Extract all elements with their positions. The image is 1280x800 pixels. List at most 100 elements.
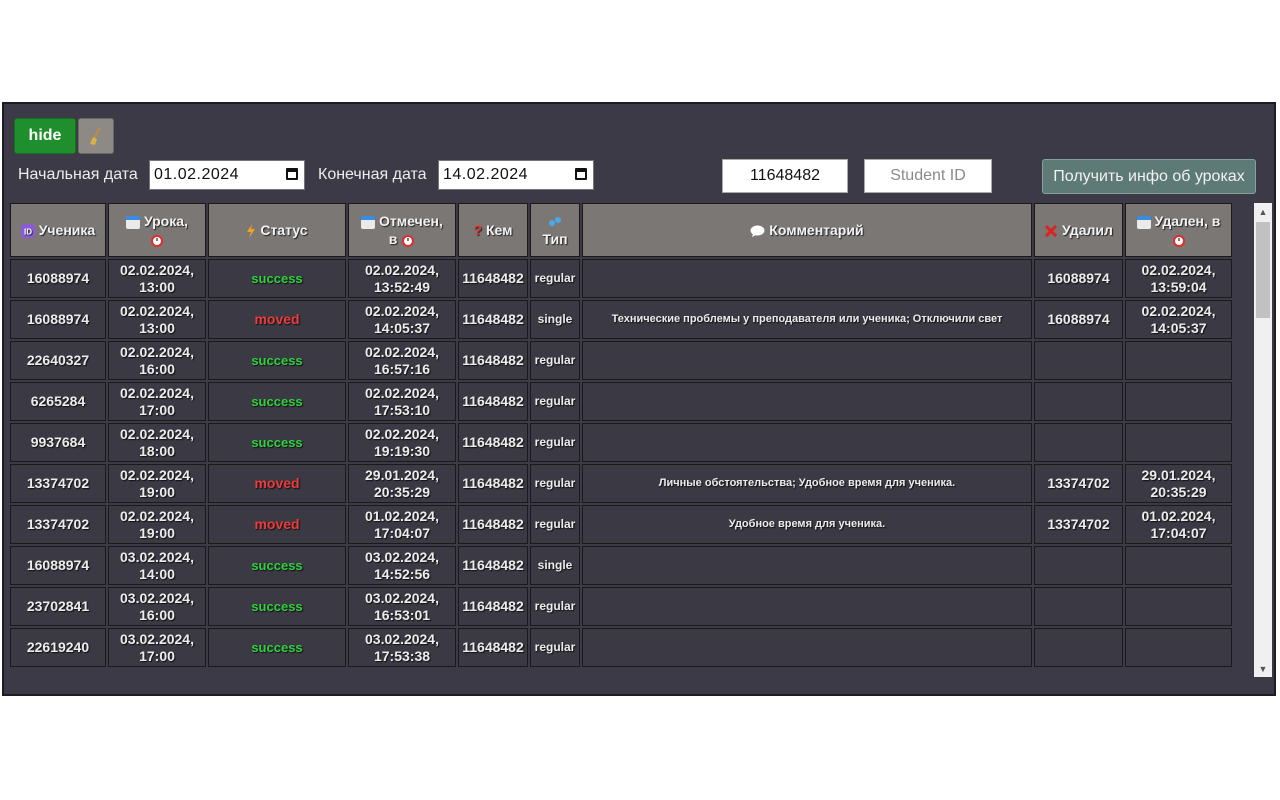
calendar-picker-icon[interactable] [575, 168, 587, 180]
header-marked[interactable]: Отмечен, в [348, 203, 456, 257]
cell-comment: Удобное время для ученика. [582, 505, 1032, 544]
marked-date: 02.02.2024, [365, 384, 439, 401]
marked-date: 02.02.2024, [365, 425, 439, 442]
cell-deleted-datetime [1125, 628, 1232, 667]
table-body: 16088974 02.02.2024, 13:00 success 02.02.202… [10, 259, 1232, 667]
lesson-date: 02.02.2024, [120, 343, 194, 360]
status-badge: moved [254, 516, 300, 532]
header-type[interactable]: Тип [530, 203, 580, 257]
header-deleted-at[interactable]: Удален, в [1125, 203, 1232, 257]
cell-status: moved [208, 300, 346, 339]
status-badge: success [251, 271, 303, 286]
header-status[interactable]: Статус [208, 203, 346, 257]
header-by[interactable]: ? Кем [458, 203, 528, 257]
marked-time: 19:19:30 [373, 442, 431, 459]
scrollbar-thumb[interactable] [1256, 222, 1270, 318]
cell-status: moved [208, 505, 346, 544]
table-scrollbar[interactable]: ▲ ▼ [1254, 203, 1272, 677]
status-badge: success [251, 353, 303, 368]
header-deleted-by[interactable]: Удалил [1034, 203, 1123, 257]
calendar-icon [361, 216, 376, 230]
header-marked-label: Отмечен, [379, 213, 443, 229]
header-student[interactable]: ID Ученика [10, 203, 106, 257]
header-comment[interactable]: Комментарий [582, 203, 1032, 257]
droplets-icon [549, 217, 561, 227]
cell-comment [582, 341, 1032, 380]
header-by-label: Кем [485, 222, 513, 238]
table-row: 9937684 02.02.2024, 18:00 success 02.02.2024… [10, 423, 1232, 462]
alarm-clock-icon [151, 235, 163, 248]
start-date-input[interactable]: 01.02.2024 [149, 160, 305, 190]
end-date-input[interactable]: 14.02.2024 [438, 160, 594, 190]
deleted-time: 13:59:04 [1150, 278, 1207, 295]
marked-time: 17:53:38 [373, 647, 431, 664]
cell-type: regular [530, 628, 580, 667]
cell-status: success [208, 341, 346, 380]
cell-lesson-datetime: 02.02.2024, 17:00 [108, 382, 206, 421]
calendar-icon [126, 216, 141, 230]
cell-deleted-datetime [1125, 423, 1232, 462]
lesson-time: 17:00 [139, 647, 175, 664]
marked-time: 14:52:56 [373, 565, 431, 582]
marked-date: 02.02.2024, [365, 302, 439, 319]
table-row: 23702841 03.02.2024, 16:00 success 03.02.202… [10, 587, 1232, 626]
cell-type: single [530, 300, 580, 339]
table-row: 22640327 02.02.2024, 16:00 success 02.02.202… [10, 341, 1232, 380]
lesson-time: 18:00 [139, 442, 175, 459]
cell-deleted-by [1034, 423, 1123, 462]
cell-marked-datetime: 02.02.2024, 14:05:37 [348, 300, 456, 339]
cell-deleted-datetime: 02.02.2024, 14:05:37 [1125, 300, 1232, 339]
scroll-down-arrow-icon[interactable]: ▼ [1254, 660, 1272, 677]
cell-marked-datetime: 03.02.2024, 16:53:01 [348, 587, 456, 626]
hide-button[interactable]: hide [14, 118, 76, 154]
alarm-clock-icon [1172, 235, 1185, 248]
cell-deleted-datetime [1125, 341, 1232, 380]
cell-lesson-datetime: 02.02.2024, 19:00 [108, 505, 206, 544]
cell-deleted-by [1034, 546, 1123, 585]
cell-by: 11648482 [458, 259, 528, 298]
cell-deleted-datetime [1125, 546, 1232, 585]
table-row: 6265284 02.02.2024, 17:00 success 02.02.2024… [10, 382, 1232, 421]
scroll-up-arrow-icon[interactable]: ▲ [1254, 203, 1272, 220]
marked-time: 14:05:37 [373, 319, 431, 336]
marked-date: 29.01.2024, [365, 466, 439, 483]
cell-student: 16088974 [10, 300, 106, 339]
cell-comment [582, 259, 1032, 298]
header-lesson[interactable]: Урока, [108, 203, 206, 257]
header-lesson-label: Урока, [143, 213, 188, 229]
end-date-label: Конечная дата [318, 166, 427, 183]
student-id-input[interactable]: Student ID [864, 159, 992, 193]
teacher-id-input[interactable]: 11648482 [722, 159, 848, 193]
cell-comment [582, 628, 1032, 667]
cell-deleted-datetime: 02.02.2024, 13:59:04 [1125, 259, 1232, 298]
cell-comment [582, 423, 1032, 462]
cell-lesson-datetime: 03.02.2024, 16:00 [108, 587, 206, 626]
lightning-icon [247, 224, 256, 239]
lessons-table: ID Ученика Урока, Статус Отмечен, в ? Ке… [10, 203, 1234, 669]
cell-marked-datetime: 01.02.2024, 17:04:07 [348, 505, 456, 544]
cell-by: 11648482 [458, 464, 528, 503]
marked-date: 02.02.2024, [365, 261, 439, 278]
cell-lesson-datetime: 03.02.2024, 14:00 [108, 546, 206, 585]
marked-date: 01.02.2024, [365, 507, 439, 524]
calendar-picker-icon[interactable] [286, 168, 298, 180]
cell-deleted-datetime [1125, 382, 1232, 421]
cell-deleted-by: 16088974 [1034, 300, 1123, 339]
cell-deleted-by: 13374702 [1034, 505, 1123, 544]
lesson-date: 02.02.2024, [120, 466, 194, 483]
clear-button[interactable] [78, 118, 114, 154]
get-lessons-info-button[interactable]: Получить инфо об уроках [1042, 159, 1256, 194]
cell-marked-datetime: 02.02.2024, 16:57:16 [348, 341, 456, 380]
status-badge: success [251, 599, 303, 614]
marked-date: 03.02.2024, [365, 589, 439, 606]
lesson-time: 13:00 [139, 319, 175, 336]
cell-student: 13374702 [10, 505, 106, 544]
speech-bubble-icon [750, 225, 765, 238]
deleted-date: 02.02.2024, [1141, 302, 1216, 319]
marked-time: 20:35:29 [373, 483, 431, 500]
deleted-time: 14:05:37 [1150, 319, 1207, 336]
cell-by: 11648482 [458, 382, 528, 421]
cell-comment [582, 587, 1032, 626]
cell-status: success [208, 628, 346, 667]
lessons-table-container: ID Ученика Урока, Статус Отмечен, в ? Ке… [10, 203, 1242, 677]
